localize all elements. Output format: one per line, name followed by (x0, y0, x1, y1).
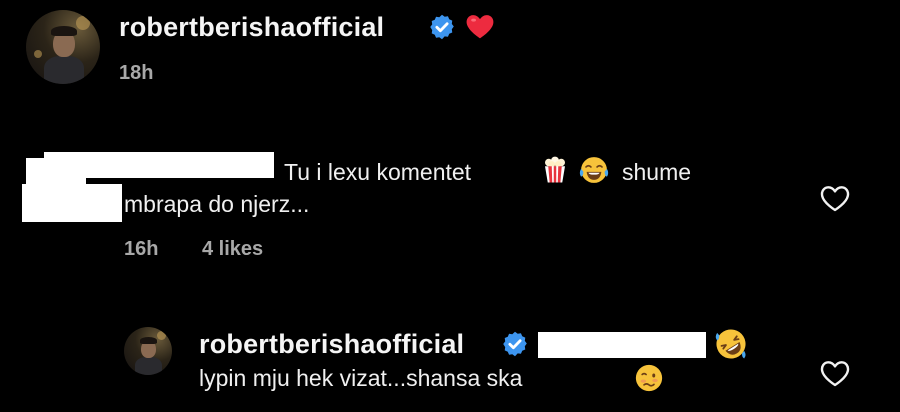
comment-text-line2: mbrapa do njerz... (124, 191, 310, 217)
reply-avatar[interactable] (124, 327, 172, 375)
redacted-avatar-bottom (22, 184, 122, 222)
rolling-laughing-emoji (715, 329, 746, 359)
caption-timestamp: 18h (119, 62, 154, 84)
comment-text-part1: Tu i lexu komentet (284, 159, 472, 185)
comment-text-part2: shume (622, 159, 692, 185)
reply-text: lypin mju hek vizat...shansa ska (199, 365, 523, 391)
red-heart-emoji (466, 15, 494, 39)
caption-username[interactable]: robertberishaofficial (119, 9, 384, 45)
reply-verified-badge-icon (503, 331, 527, 357)
comment-likes-count[interactable]: 4 likes (202, 236, 263, 262)
comment-timestamp: 16h (124, 238, 159, 260)
popcorn-emoji (545, 156, 565, 183)
reply-like-heart-icon[interactable] (819, 358, 851, 388)
redacted-mention (538, 332, 706, 358)
reply-username[interactable]: robertberishaofficial (199, 326, 464, 362)
comment-text-line1: Tu i lexu komentet (284, 156, 471, 188)
redacted-avatar-top (26, 158, 86, 186)
verified-badge-icon (430, 14, 454, 40)
woozy-face-emoji (635, 364, 663, 392)
caption-avatar[interactable] (26, 10, 100, 84)
tears-of-joy-emoji (579, 157, 609, 183)
comment-like-heart-icon[interactable] (819, 183, 851, 213)
